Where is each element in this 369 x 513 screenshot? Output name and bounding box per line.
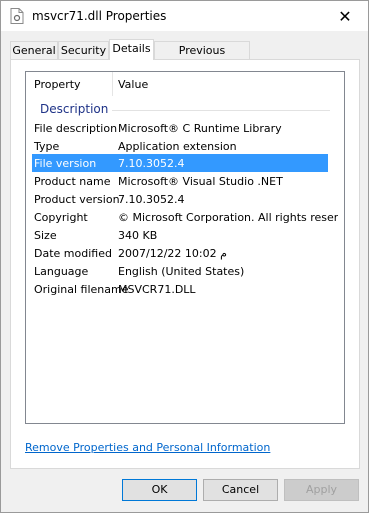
- list-item[interactable]: Type Application extension: [26, 137, 344, 155]
- property-value: MSVCR71.DLL: [118, 283, 196, 296]
- list-item[interactable]: Copyright © Microsoft Corporation. All r…: [26, 208, 344, 226]
- list-item[interactable]: Date modified 2007/12/22 ‏م 10:02: [26, 244, 344, 262]
- list-header: Property Value: [26, 72, 344, 96]
- property-value: 340 KB: [118, 229, 158, 242]
- close-icon: ✕: [338, 6, 352, 26]
- tab-general[interactable]: General: [10, 41, 58, 60]
- group-header-description[interactable]: Description: [40, 102, 108, 116]
- column-header-value[interactable]: Value: [118, 78, 148, 91]
- property-name: Language: [34, 265, 89, 278]
- property-value: Microsoft® Visual Studio .NET: [118, 175, 283, 188]
- close-button[interactable]: ✕: [322, 1, 368, 31]
- list-item[interactable]: Language English (United States): [26, 262, 344, 280]
- list-item[interactable]: Product name Microsoft® Visual Studio .N…: [26, 172, 344, 190]
- property-name: Date modified: [34, 247, 112, 260]
- apply-button[interactable]: Apply: [284, 479, 359, 501]
- list-item-selected[interactable]: File version 7.10.3052.4: [32, 154, 328, 172]
- property-name: Original filename: [34, 283, 129, 296]
- column-header-property[interactable]: Property: [34, 78, 81, 91]
- property-name: File version: [34, 157, 97, 170]
- property-name: Size: [34, 229, 57, 242]
- property-value: 7.10.3052.4: [118, 157, 185, 170]
- cancel-button[interactable]: Cancel: [203, 479, 278, 501]
- property-value: Microsoft® C Runtime Library: [118, 122, 282, 135]
- details-panel: Property Value Description File descript…: [10, 59, 360, 469]
- property-value: Application extension: [118, 140, 237, 153]
- list-item[interactable]: File description Microsoft® C Runtime Li…: [26, 119, 344, 137]
- property-value: © Microsoft Corporation. All rights rese…: [118, 211, 338, 224]
- property-value: 2007/12/22 ‏م 10:02: [118, 247, 227, 260]
- ok-button[interactable]: OK: [122, 479, 197, 501]
- tab-security[interactable]: Security: [58, 41, 109, 60]
- property-value: English (United States): [118, 265, 245, 278]
- window-title: msvcr71.dll Properties: [32, 9, 167, 23]
- properties-dialog: msvcr71.dll Properties ✕ General Securit…: [0, 0, 369, 513]
- list-item[interactable]: Size 340 KB: [26, 226, 344, 244]
- title-bar: msvcr71.dll Properties ✕: [1, 1, 368, 31]
- property-value: 7.10.3052.4: [118, 193, 185, 206]
- file-icon: [10, 8, 24, 24]
- group-divider: [112, 110, 330, 111]
- property-name: Product name: [34, 175, 111, 188]
- tab-strip: General Security Details Previous Versio…: [10, 39, 360, 74]
- list-item[interactable]: Original filename MSVCR71.DLL: [26, 280, 344, 298]
- property-name: Copyright: [34, 211, 88, 224]
- remove-properties-link[interactable]: Remove Properties and Personal Informati…: [25, 441, 270, 454]
- column-divider[interactable]: [112, 72, 113, 96]
- property-name: Product version: [34, 193, 120, 206]
- property-name: Type: [34, 140, 60, 153]
- tab-previous-versions[interactable]: Previous Versions: [154, 41, 250, 74]
- property-name: File description: [34, 122, 118, 135]
- tab-details[interactable]: Details: [109, 39, 154, 60]
- list-item[interactable]: Product version 7.10.3052.4: [26, 190, 344, 208]
- properties-list[interactable]: Property Value Description File descript…: [25, 71, 345, 424]
